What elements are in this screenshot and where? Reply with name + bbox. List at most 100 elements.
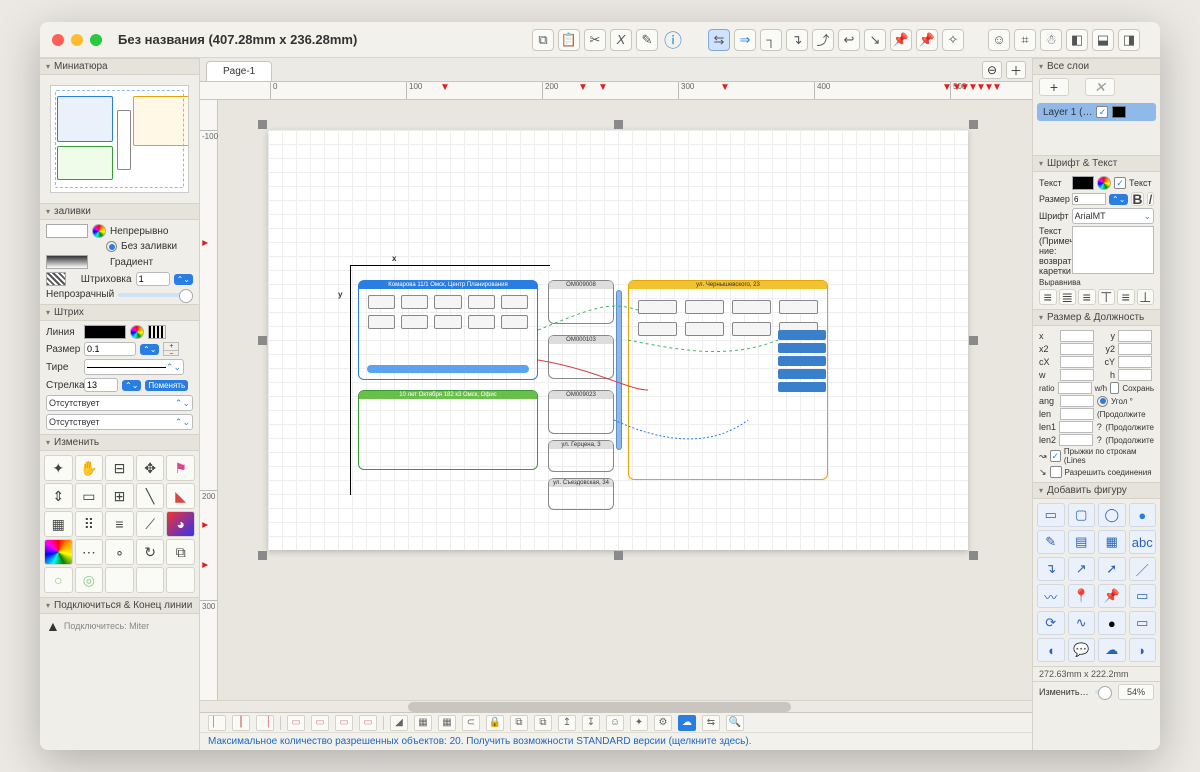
pin-blue-icon[interactable]: 📌 [890,29,912,51]
wand-icon[interactable]: ✦ [44,455,73,481]
sb-smiley-icon[interactable]: ☺ [606,715,624,731]
smiley-icon[interactable]: ☺ [988,29,1010,51]
shape-wave-icon[interactable]: ∿ [1068,611,1096,635]
shape-text-icon[interactable]: abc [1129,530,1157,554]
sb-magnet-icon[interactable]: ⊂ [462,715,480,731]
size-stepper-icon[interactable]: ⌃⌄ [140,344,159,355]
thumbnail-preview[interactable] [50,85,189,193]
arrow-value-input[interactable] [84,378,118,392]
pie-icon[interactable]: ◕ [166,511,195,537]
shape-line1-icon[interactable]: ↗ [1068,557,1096,581]
change-link[interactable]: Изменить… [1039,687,1089,697]
drawing-page[interactable]: y x Комарова 11/1 Омск, Центр Планирован… [268,130,968,550]
resize-handle-s[interactable] [614,551,623,560]
resize-handle-w[interactable] [258,336,267,345]
sb-nav-icon[interactable]: ⇆ [702,715,720,731]
font-size-stepper-icon[interactable]: ⌃⌄ [1109,194,1128,205]
keep-ratio-checkbox[interactable] [1110,382,1119,394]
sb-cloud-icon[interactable]: ☁ [678,715,696,731]
shape-black-circle-icon[interactable]: ● [1098,611,1126,635]
stroke-header[interactable]: Штрих [40,304,199,321]
arrow-tool-1-icon[interactable]: ⇆ [708,29,730,51]
fill-swatch[interactable] [46,224,88,238]
shape-rect-icon[interactable]: ▭ [1037,503,1065,527]
guide-marker-icon[interactable]: ▼ [942,82,952,93]
diagram-content[interactable]: y x Комарова 11/1 Омск, Центр Планирован… [348,240,848,540]
dash-select[interactable]: ⌃⌄ [84,359,184,375]
cx-input[interactable] [1060,356,1094,368]
shape-pin2-icon[interactable]: 📌 [1098,584,1126,608]
align-right-icon[interactable]: ≡ [1078,289,1096,305]
info-icon[interactable]: ⓘ [662,29,684,51]
pin-green-icon[interactable]: 📌 [916,29,938,51]
stroke-size-input[interactable] [84,342,136,356]
hatch-value-input[interactable] [136,272,170,286]
sb-dist-h4-icon[interactable]: ▭ [359,715,377,731]
shape-circle-fill-icon[interactable]: ● [1129,503,1157,527]
circle-1-icon[interactable]: ○ [44,567,73,593]
guide-marker-icon[interactable]: ▼ [578,82,588,93]
font-size-input[interactable] [1072,193,1106,205]
align-left-icon[interactable]: ≡ [1039,289,1057,305]
thumbnail-header[interactable]: Миниатюра [40,58,199,75]
len-input[interactable] [1060,408,1094,420]
line-start-select[interactable]: Отсутствует⌃⌄ [46,395,193,411]
arrow-stepper-icon[interactable]: ⌃⌄ [122,380,141,391]
flag-icon[interactable]: ⚑ [166,455,195,481]
move-icon[interactable]: ✥ [136,455,165,481]
sb-grid2-icon[interactable]: ▦ [438,715,456,731]
geometry-header[interactable]: Размер & Должность [1033,309,1160,326]
sb-zoom-icon[interactable]: 🔍 [726,715,744,731]
resize-handle-e[interactable] [969,336,978,345]
sb-dist-h2-icon[interactable]: ▭ [311,715,329,731]
guide-marker-icon[interactable]: ▼ [598,82,608,93]
font-family-select[interactable]: ArialMT⌄ [1072,208,1154,224]
align-top-icon[interactable]: ⊤ [1098,289,1116,305]
resize-handle-ne[interactable] [969,120,978,129]
oval-row-icon[interactable]: ⋯ [75,539,104,565]
shape-speech3-icon[interactable]: 💬 [1068,638,1096,662]
tab-page-1[interactable]: Page-1 [206,61,272,81]
zoom-out-icon[interactable]: ⊖ [982,61,1002,79]
zoom-slider[interactable] [1095,690,1112,694]
guide-marker-icon[interactable]: ▼ [720,82,730,93]
rainbow-icon[interactable] [44,539,73,565]
layers-header[interactable]: Все слои [1033,58,1160,75]
connector-right-icon[interactable]: ↘ [864,29,886,51]
guide-marker-v-icon[interactable]: ▼ [200,520,211,530]
line-color-picker-icon[interactable] [130,325,144,339]
no-fill-radio[interactable] [106,241,117,252]
shape-speech1-icon[interactable]: ▭ [1129,611,1157,635]
line-pattern-swatch[interactable] [148,325,166,339]
align-center-icon[interactable]: ≣ [1059,289,1077,305]
len1-input[interactable] [1059,421,1093,433]
add-layer-button[interactable]: + [1039,78,1069,96]
resize-handle-se[interactable] [969,551,978,560]
vertical-ruler[interactable]: -100 ▼ 200 ▼ ▼ 300 [200,100,218,700]
measure-icon[interactable]: ⇕ [44,483,73,509]
lines-icon[interactable]: ≡ [105,511,134,537]
y-input[interactable] [1118,330,1152,342]
connector-curve-icon[interactable]: ⤴ [812,29,834,51]
guide-marker-icon[interactable]: ▼ [992,82,1002,93]
circle-2-icon[interactable]: ◎ [75,567,104,593]
sparkle-icon[interactable]: ✧ [942,29,964,51]
ang-input[interactable] [1060,395,1094,407]
hatch-swatch[interactable] [46,272,66,286]
shape-spiral-icon[interactable]: ⟳ [1037,611,1065,635]
minimize-window-button[interactable] [71,34,83,46]
oval-arrow-icon[interactable]: ↻ [136,539,165,565]
sb-align-r-icon[interactable]: ▕ [256,715,274,731]
text-color-picker-icon[interactable] [1097,176,1111,190]
fill-color-picker-icon[interactable] [92,224,106,238]
person-icon[interactable]: ☃ [1040,29,1062,51]
angle-unit-radio[interactable] [1097,396,1108,407]
modify-header[interactable]: Изменить [40,434,199,451]
shape-bezier-icon[interactable]: ✎ [1037,530,1065,554]
copy-icon[interactable]: ⧉ [532,29,554,51]
swap-button[interactable]: Поменять [145,380,188,391]
add-page-icon[interactable]: ＋ [1006,61,1026,79]
layer-row-1[interactable]: Layer 1 (… [1037,103,1156,121]
align-bottom-icon[interactable]: ⊥ [1137,289,1155,305]
fills-header[interactable]: заливки [40,203,199,220]
